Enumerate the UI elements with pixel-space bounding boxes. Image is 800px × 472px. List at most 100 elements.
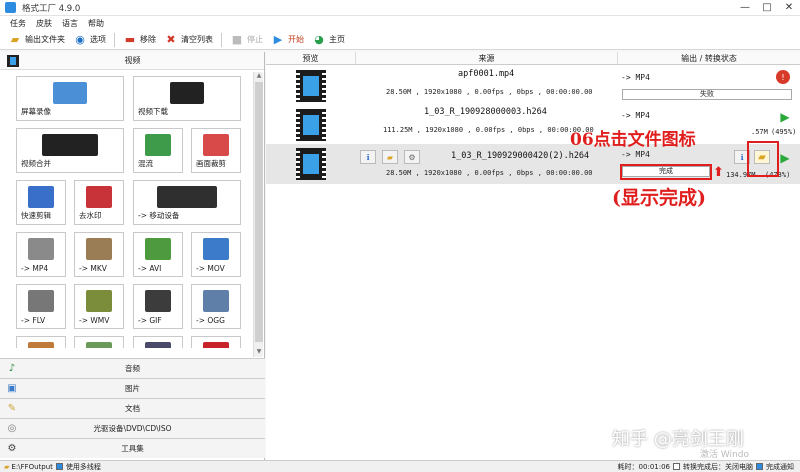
tile-video-merge[interactable]: 视频合并 [16, 128, 124, 173]
options-button[interactable]: ◉ 选项 [73, 33, 106, 47]
remove-watermark-icon [86, 186, 112, 208]
source-filename: apf0001.mp4 [458, 69, 515, 79]
home-icon: ◕ [314, 33, 324, 46]
output-path[interactable]: E:\FFOutput [11, 463, 53, 471]
tile-ogg[interactable]: -> OGG [191, 284, 241, 329]
close-button[interactable]: ✕ [778, 1, 800, 15]
play-icon[interactable]: ▶ [778, 151, 792, 165]
after-convert-checkbox[interactable] [673, 463, 680, 470]
menu-language[interactable]: 语言 [62, 18, 78, 29]
category-label: 光驱设备\DVD\CD\ISO [93, 424, 172, 433]
tile-label: 混流 [138, 159, 153, 168]
tools-scrollbar[interactable]: ▲ ▼ [253, 72, 263, 357]
tile-label: 去水印 [79, 211, 102, 220]
app-logo-icon [5, 2, 16, 13]
tile-quick-clip[interactable]: 快速剪辑 [16, 180, 66, 225]
tile-mobile-device[interactable]: -> 移动设备 [133, 180, 241, 225]
highlight-box-folder [747, 141, 779, 177]
windows-activation-text: 激活 Windo [700, 450, 749, 460]
tile-avi[interactable]: -> AVI [133, 232, 183, 277]
tile-flash[interactable] [191, 336, 241, 348]
open-source-folder-button[interactable]: ▰ [382, 150, 398, 164]
conversion-status: 失败 [622, 89, 792, 100]
play-icon[interactable]: ▶ [778, 110, 792, 124]
quick-clip-icon [28, 186, 54, 208]
menu-help[interactable]: 帮助 [88, 18, 104, 29]
highlight-box-status [620, 164, 712, 180]
remove-button[interactable]: ▬ 移除 [123, 33, 156, 47]
category-image[interactable]: ▣ 图片 [0, 378, 265, 398]
multithread-checkbox[interactable] [55, 463, 63, 470]
info-button[interactable]: ℹ [360, 150, 376, 164]
stop-button[interactable]: ■ 停止 [230, 33, 263, 47]
output-format: -> MP4 [621, 111, 650, 120]
start-icon: ▶ [273, 33, 283, 46]
menu-bar: 任务 皮肤 语言 帮助 [0, 16, 800, 30]
tile-label: 画面裁剪 [196, 159, 226, 168]
tile-label: 屏幕录像 [21, 107, 51, 116]
elapsed-time: 00:01:06 [638, 462, 670, 471]
start-button[interactable]: ▶ 开始 [271, 33, 304, 47]
category-document[interactable]: ✎ 文档 [0, 398, 265, 418]
task-table-header: 预览 来源 输出 / 转换状态 [266, 52, 800, 65]
category-video-header[interactable]: 视频 [0, 52, 264, 70]
minimize-button[interactable]: — [734, 1, 756, 15]
tile-remove-watermark[interactable]: 去水印 [74, 180, 124, 225]
output-folder-button[interactable]: ▰ 输出文件夹 [8, 33, 65, 47]
tile-label: -> MKV [79, 264, 107, 273]
format-icon [145, 342, 171, 348]
category-toolbox[interactable]: ⚙ 工具集 [0, 438, 265, 458]
category-list: ♪ 音频 ▣ 图片 ✎ 文档 ◎ 光驱设备\DVD\CD\ISO ⚙ 工具集 [0, 358, 265, 458]
home-button[interactable]: ◕ 主页 [312, 33, 345, 47]
scroll-up-icon[interactable]: ▲ [254, 72, 264, 81]
task-row[interactable]: apf0001.mp4 28.50M , 1920x1080 , 0.00fps… [266, 66, 800, 106]
tile-mov[interactable]: -> MOV [191, 232, 241, 277]
tile-mkv[interactable]: -> MKV [74, 232, 124, 277]
video-thumbnail-icon [296, 148, 326, 180]
gear-icon: ⚙ [408, 152, 416, 162]
menu-skin[interactable]: 皮肤 [36, 18, 52, 29]
tile-screen-record[interactable]: 屏幕录像 [16, 76, 124, 121]
task-row[interactable]: 1_03_R_190928000003.h264 111.25M , 1920x… [266, 105, 800, 145]
scrollbar-thumb[interactable] [255, 82, 263, 342]
category-disc[interactable]: ◎ 光驱设备\DVD\CD\ISO [0, 418, 265, 438]
settings-button[interactable]: ⚙ [404, 150, 420, 164]
tile-format[interactable] [74, 336, 124, 348]
tile-gif[interactable]: -> GIF [133, 284, 183, 329]
tile-label: -> GIF [138, 316, 162, 325]
mux-icon [145, 134, 171, 156]
mobile-device-icon [157, 186, 217, 208]
avi-icon [145, 238, 171, 260]
status-bar: ▰ E:\FFOutput 使用多线程 耗时： 00:01:06 转换完成后：关… [0, 460, 800, 472]
maximize-button[interactable]: □ [756, 1, 778, 15]
up-arrow-icon: ⬆ [713, 165, 724, 180]
clear-list-icon: ✖ [166, 33, 176, 46]
output-format: -> MP4 [621, 150, 650, 159]
tile-mp4[interactable]: -> MP4 [16, 232, 66, 277]
start-label: 开始 [288, 35, 304, 44]
menu-task[interactable]: 任务 [10, 18, 26, 29]
title-bar: 格式工厂 4.9.0 — □ ✕ [0, 0, 800, 16]
notify-checkbox[interactable] [756, 463, 763, 470]
step-annotation: 06点击文件图标 [570, 130, 696, 150]
tile-format[interactable] [16, 336, 66, 348]
category-audio[interactable]: ♪ 音频 [0, 358, 265, 378]
tile-format[interactable] [133, 336, 183, 348]
scroll-down-icon[interactable]: ▼ [254, 348, 264, 357]
tile-video-download[interactable]: 视频下载 [133, 76, 241, 121]
tile-flv[interactable]: -> FLV [16, 284, 66, 329]
tile-crop[interactable]: 画面裁剪 [191, 128, 241, 173]
tile-label: -> FLV [21, 316, 46, 325]
flv-icon [28, 290, 54, 312]
tile-wmv[interactable]: -> WMV [74, 284, 124, 329]
flash-icon [203, 342, 229, 348]
gif-icon [145, 290, 171, 312]
error-icon[interactable]: ! [776, 70, 790, 84]
format-icon [86, 342, 112, 348]
video-tools-grid: 屏幕录像 视频下载 视频合并 混流 画面裁剪 快速剪辑 去水印 -> 移动设备 … [16, 76, 253, 348]
tile-label: -> WMV [79, 316, 110, 325]
tile-label: 快速剪辑 [21, 211, 51, 220]
tile-label: 视频合并 [21, 159, 51, 168]
tile-mux[interactable]: 混流 [133, 128, 183, 173]
clear-list-button[interactable]: ✖ 清空列表 [164, 33, 213, 47]
